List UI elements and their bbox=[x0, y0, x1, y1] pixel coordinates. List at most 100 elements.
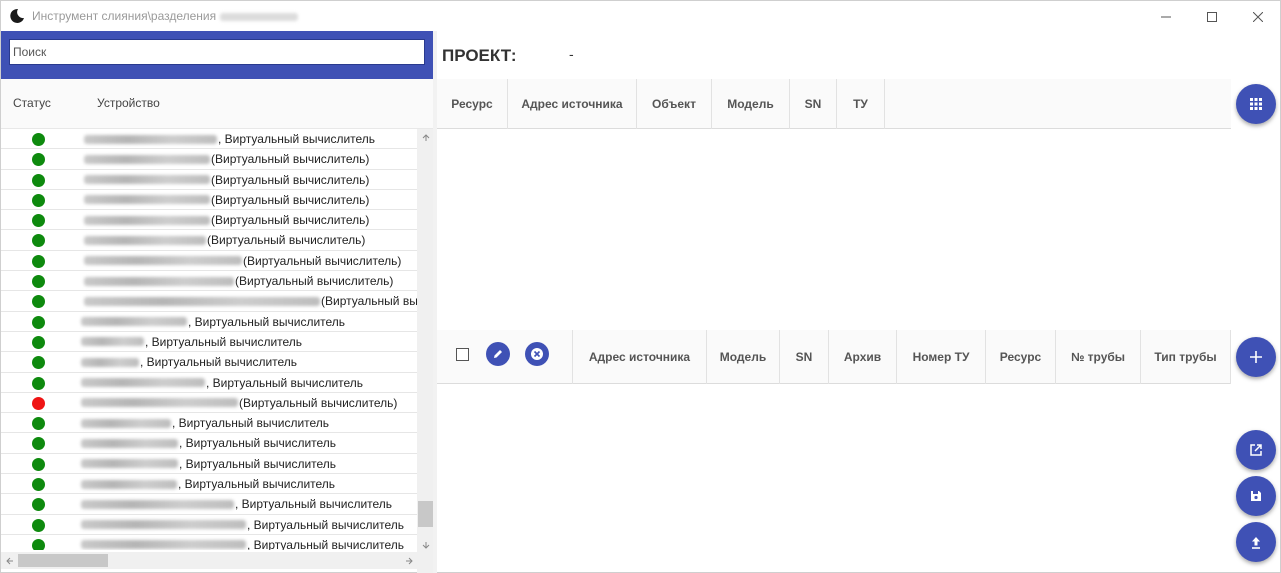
device-list-item[interactable]: (Виртуальный вы bbox=[1, 291, 417, 312]
device-list-item[interactable]: , Виртуальный вычислитель bbox=[1, 352, 417, 373]
device-type-label: (Виртуальный вычислитель) bbox=[239, 395, 398, 410]
device-list-item[interactable]: , Виртуальный вычислитель bbox=[1, 413, 417, 434]
device-type-label: (Виртуальный вы bbox=[321, 294, 417, 309]
top-col-source-address[interactable]: Адрес источника bbox=[508, 79, 637, 129]
apps-grid-icon bbox=[1250, 98, 1262, 110]
bottom-col-tu-number[interactable]: Номер ТУ bbox=[897, 330, 986, 384]
top-grid-header: Ресурс Адрес источника Объект Модель SN … bbox=[437, 79, 1231, 129]
device-name: , Виртуальный вычислитель bbox=[81, 335, 302, 349]
device-list-item[interactable]: , Виртуальный вычислитель bbox=[1, 474, 417, 495]
device-list-item[interactable]: (Виртуальный вычислитель) bbox=[1, 190, 417, 211]
scroll-down-button[interactable] bbox=[417, 536, 434, 553]
maximize-button[interactable] bbox=[1189, 1, 1235, 32]
search-input[interactable] bbox=[9, 39, 425, 65]
status-indicator bbox=[32, 498, 45, 512]
redacted-device-id bbox=[81, 418, 171, 428]
status-indicator bbox=[32, 173, 45, 187]
top-col-model[interactable]: Модель bbox=[712, 79, 790, 129]
bottom-col-resource[interactable]: Ресурс bbox=[986, 330, 1056, 384]
horizontal-scroll-thumb[interactable] bbox=[18, 554, 108, 567]
save-button[interactable] bbox=[1236, 476, 1276, 516]
bottom-col-source-address[interactable]: Адрес источника bbox=[573, 330, 707, 384]
device-name: (Виртуальный вычислитель) bbox=[84, 233, 365, 247]
add-button[interactable] bbox=[1236, 337, 1276, 377]
select-all-checkbox[interactable] bbox=[456, 348, 469, 361]
top-col-tu[interactable]: ТУ bbox=[837, 79, 885, 129]
bottom-col-pipe-number[interactable]: № трубы bbox=[1056, 330, 1141, 384]
maximize-icon bbox=[1207, 11, 1217, 22]
project-value: - bbox=[569, 46, 574, 62]
status-indicator bbox=[32, 376, 45, 390]
device-list-item[interactable]: , Виртуальный вычислитель bbox=[1, 494, 417, 515]
bottom-col-pipe-type[interactable]: Тип трубы bbox=[1141, 330, 1231, 384]
status-indicator bbox=[32, 214, 45, 228]
top-col-sn[interactable]: SN bbox=[790, 79, 837, 129]
upload-button[interactable] bbox=[1236, 522, 1276, 562]
device-list-item[interactable]: (Виртуальный вычислитель) bbox=[1, 149, 417, 170]
device-type-label: (Виртуальный вычислитель) bbox=[235, 274, 394, 289]
delete-button[interactable] bbox=[525, 342, 549, 366]
device-type-label: (Виртуальный вычислитель) bbox=[211, 152, 370, 167]
device-list: , Виртуальный вычислитель (Виртуальный вы… bbox=[1, 129, 417, 550]
device-list-item[interactable]: , Виртуальный вычислитель bbox=[1, 373, 417, 393]
device-name: , Виртуальный вычислитель bbox=[81, 477, 335, 491]
bottom-col-archive[interactable]: Архив bbox=[829, 330, 897, 384]
device-list-item[interactable]: (Виртуальный вычислитель) bbox=[1, 170, 417, 190]
scroll-left-button[interactable] bbox=[1, 552, 18, 569]
device-list-item[interactable]: , Виртуальный вычислитель bbox=[1, 129, 417, 150]
device-list-item[interactable]: (Виртуальный вычислитель) bbox=[1, 393, 417, 414]
device-list-item[interactable]: (Виртуальный вычислитель) bbox=[1, 251, 417, 272]
app-logo-icon bbox=[10, 8, 24, 23]
title-bar: Инструмент слияния\разделения bbox=[0, 0, 1281, 31]
bottom-col-model[interactable]: Модель bbox=[707, 330, 780, 384]
status-indicator bbox=[32, 335, 45, 349]
redacted-device-id bbox=[84, 296, 320, 306]
status-indicator bbox=[32, 356, 45, 370]
device-name: (Виртуальный вычислитель) bbox=[84, 274, 393, 288]
device-list-item[interactable]: , Виртуальный вычислитель bbox=[1, 312, 417, 332]
column-header-status[interactable]: Статус bbox=[13, 96, 51, 110]
redacted-device-id bbox=[84, 195, 210, 205]
device-list-item[interactable]: (Виртуальный вычислитель) bbox=[1, 230, 417, 251]
device-type-label: , Виртуальный вычислитель bbox=[235, 497, 393, 512]
device-list-item[interactable]: (Виртуальный вычислитель) bbox=[1, 210, 417, 231]
redacted-title-part bbox=[220, 12, 299, 21]
redacted-device-id bbox=[84, 215, 210, 225]
status-indicator bbox=[32, 457, 45, 471]
open-external-button[interactable] bbox=[1236, 430, 1276, 470]
top-col-object[interactable]: Объект bbox=[637, 79, 712, 129]
status-indicator bbox=[32, 153, 45, 167]
device-name: , Виртуальный вычислитель bbox=[81, 457, 336, 471]
close-icon bbox=[1253, 11, 1263, 22]
grid-view-button[interactable] bbox=[1236, 84, 1276, 124]
device-list-item[interactable]: , Виртуальный вычислитель bbox=[1, 454, 417, 475]
arrow-left-icon bbox=[5, 557, 13, 564]
redacted-device-id bbox=[84, 154, 210, 164]
device-name: (Виртуальный вычислитель) bbox=[84, 254, 401, 268]
device-name: (Виртуальный вычислитель) bbox=[84, 173, 369, 187]
device-list-item[interactable]: , Виртуальный вычислитель bbox=[1, 515, 417, 535]
redacted-device-id bbox=[81, 378, 205, 388]
bottom-col-sn[interactable]: SN bbox=[780, 330, 829, 384]
vertical-scroll-thumb[interactable] bbox=[418, 501, 433, 527]
close-button[interactable] bbox=[1235, 1, 1281, 32]
device-list-item[interactable]: , Виртуальный вычислитель bbox=[1, 433, 417, 454]
device-name: , Виртуальный вычислитель bbox=[81, 416, 329, 430]
minimize-button[interactable] bbox=[1143, 1, 1189, 32]
status-indicator bbox=[32, 437, 45, 451]
save-icon bbox=[1251, 491, 1261, 501]
device-list-item[interactable]: , Виртуальный вычислитель bbox=[1, 535, 417, 550]
device-list-item[interactable]: , Виртуальный вычислитель bbox=[1, 332, 417, 353]
device-list-item[interactable]: (Виртуальный вычислитель) bbox=[1, 271, 417, 292]
device-type-label: , Виртуальный вычислитель bbox=[179, 456, 337, 471]
redacted-device-id bbox=[81, 398, 238, 408]
top-col-resource[interactable]: Ресурс bbox=[437, 79, 508, 129]
device-name: , Виртуальный вычислитель bbox=[81, 497, 392, 511]
status-indicator bbox=[32, 478, 45, 492]
edit-button[interactable] bbox=[486, 342, 510, 366]
upload-icon bbox=[1252, 537, 1260, 549]
scroll-up-button[interactable] bbox=[417, 129, 434, 146]
scroll-right-button[interactable] bbox=[400, 552, 417, 569]
bottom-grid-header: Адрес источника Модель SN Архив Номер ТУ… bbox=[437, 330, 1231, 384]
column-header-device[interactable]: Устройство bbox=[97, 96, 160, 110]
